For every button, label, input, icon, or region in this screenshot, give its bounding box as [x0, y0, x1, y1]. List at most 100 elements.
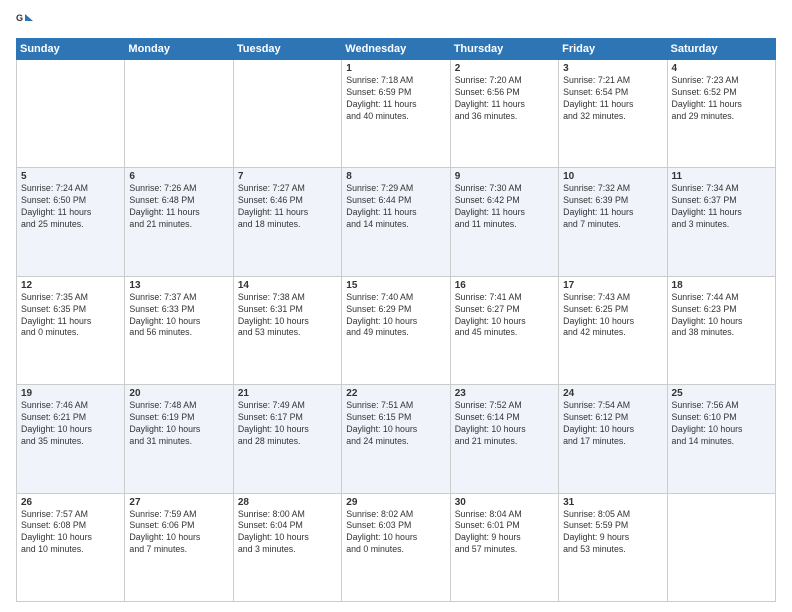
calendar-day-cell: 4Sunrise: 7:23 AM Sunset: 6:52 PM Daylig…	[667, 60, 775, 168]
day-number: 13	[129, 280, 228, 291]
day-info: Sunrise: 7:51 AM Sunset: 6:15 PM Dayligh…	[346, 400, 445, 448]
day-number: 2	[455, 63, 554, 74]
calendar-header-row: SundayMondayTuesdayWednesdayThursdayFrid…	[17, 39, 776, 60]
calendar-day-cell: 8Sunrise: 7:29 AM Sunset: 6:44 PM Daylig…	[342, 168, 450, 276]
calendar-day-cell: 10Sunrise: 7:32 AM Sunset: 6:39 PM Dayli…	[559, 168, 667, 276]
day-number: 7	[238, 171, 337, 182]
calendar-day-cell: 14Sunrise: 7:38 AM Sunset: 6:31 PM Dayli…	[233, 276, 341, 384]
day-info: Sunrise: 7:38 AM Sunset: 6:31 PM Dayligh…	[238, 292, 337, 340]
day-info: Sunrise: 7:34 AM Sunset: 6:37 PM Dayligh…	[672, 183, 771, 231]
day-number: 23	[455, 388, 554, 399]
day-info: Sunrise: 7:21 AM Sunset: 6:54 PM Dayligh…	[563, 75, 662, 123]
day-number: 10	[563, 171, 662, 182]
calendar-header-sunday: Sunday	[17, 39, 125, 60]
day-info: Sunrise: 7:44 AM Sunset: 6:23 PM Dayligh…	[672, 292, 771, 340]
calendar-day-cell: 26Sunrise: 7:57 AM Sunset: 6:08 PM Dayli…	[17, 493, 125, 601]
day-info: Sunrise: 7:30 AM Sunset: 6:42 PM Dayligh…	[455, 183, 554, 231]
calendar-week-row: 5Sunrise: 7:24 AM Sunset: 6:50 PM Daylig…	[17, 168, 776, 276]
calendar-day-cell: 17Sunrise: 7:43 AM Sunset: 6:25 PM Dayli…	[559, 276, 667, 384]
calendar-day-cell: 23Sunrise: 7:52 AM Sunset: 6:14 PM Dayli…	[450, 385, 558, 493]
calendar-day-cell: 30Sunrise: 8:04 AM Sunset: 6:01 PM Dayli…	[450, 493, 558, 601]
day-number: 1	[346, 63, 445, 74]
calendar-day-cell: 21Sunrise: 7:49 AM Sunset: 6:17 PM Dayli…	[233, 385, 341, 493]
calendar-day-cell	[17, 60, 125, 168]
day-info: Sunrise: 8:00 AM Sunset: 6:04 PM Dayligh…	[238, 509, 337, 557]
calendar-day-cell: 28Sunrise: 8:00 AM Sunset: 6:04 PM Dayli…	[233, 493, 341, 601]
day-number: 9	[455, 171, 554, 182]
day-info: Sunrise: 7:56 AM Sunset: 6:10 PM Dayligh…	[672, 400, 771, 448]
header: G	[16, 12, 776, 30]
calendar-day-cell: 31Sunrise: 8:05 AM Sunset: 5:59 PM Dayli…	[559, 493, 667, 601]
calendar-day-cell: 19Sunrise: 7:46 AM Sunset: 6:21 PM Dayli…	[17, 385, 125, 493]
calendar-day-cell: 22Sunrise: 7:51 AM Sunset: 6:15 PM Dayli…	[342, 385, 450, 493]
calendar-day-cell: 6Sunrise: 7:26 AM Sunset: 6:48 PM Daylig…	[125, 168, 233, 276]
calendar-day-cell: 11Sunrise: 7:34 AM Sunset: 6:37 PM Dayli…	[667, 168, 775, 276]
day-info: Sunrise: 7:52 AM Sunset: 6:14 PM Dayligh…	[455, 400, 554, 448]
calendar-week-row: 19Sunrise: 7:46 AM Sunset: 6:21 PM Dayli…	[17, 385, 776, 493]
day-number: 20	[129, 388, 228, 399]
day-number: 18	[672, 280, 771, 291]
day-info: Sunrise: 7:23 AM Sunset: 6:52 PM Dayligh…	[672, 75, 771, 123]
calendar-day-cell: 20Sunrise: 7:48 AM Sunset: 6:19 PM Dayli…	[125, 385, 233, 493]
day-number: 5	[21, 171, 120, 182]
day-info: Sunrise: 7:20 AM Sunset: 6:56 PM Dayligh…	[455, 75, 554, 123]
day-number: 4	[672, 63, 771, 74]
calendar-day-cell: 24Sunrise: 7:54 AM Sunset: 6:12 PM Dayli…	[559, 385, 667, 493]
svg-text:G: G	[16, 13, 23, 23]
day-info: Sunrise: 7:40 AM Sunset: 6:29 PM Dayligh…	[346, 292, 445, 340]
day-number: 28	[238, 497, 337, 508]
day-number: 3	[563, 63, 662, 74]
day-number: 27	[129, 497, 228, 508]
calendar-day-cell: 3Sunrise: 7:21 AM Sunset: 6:54 PM Daylig…	[559, 60, 667, 168]
logo: G	[16, 12, 36, 30]
calendar-day-cell	[667, 493, 775, 601]
day-info: Sunrise: 7:43 AM Sunset: 6:25 PM Dayligh…	[563, 292, 662, 340]
day-number: 21	[238, 388, 337, 399]
day-info: Sunrise: 8:02 AM Sunset: 6:03 PM Dayligh…	[346, 509, 445, 557]
day-number: 16	[455, 280, 554, 291]
calendar-header-monday: Monday	[125, 39, 233, 60]
day-info: Sunrise: 7:48 AM Sunset: 6:19 PM Dayligh…	[129, 400, 228, 448]
day-number: 17	[563, 280, 662, 291]
calendar-day-cell: 18Sunrise: 7:44 AM Sunset: 6:23 PM Dayli…	[667, 276, 775, 384]
calendar-header-tuesday: Tuesday	[233, 39, 341, 60]
day-info: Sunrise: 7:32 AM Sunset: 6:39 PM Dayligh…	[563, 183, 662, 231]
calendar-day-cell: 27Sunrise: 7:59 AM Sunset: 6:06 PM Dayli…	[125, 493, 233, 601]
day-info: Sunrise: 7:27 AM Sunset: 6:46 PM Dayligh…	[238, 183, 337, 231]
calendar-day-cell	[233, 60, 341, 168]
day-number: 31	[563, 497, 662, 508]
day-number: 15	[346, 280, 445, 291]
day-info: Sunrise: 7:37 AM Sunset: 6:33 PM Dayligh…	[129, 292, 228, 340]
day-info: Sunrise: 7:18 AM Sunset: 6:59 PM Dayligh…	[346, 75, 445, 123]
calendar-week-row: 12Sunrise: 7:35 AM Sunset: 6:35 PM Dayli…	[17, 276, 776, 384]
calendar-day-cell: 2Sunrise: 7:20 AM Sunset: 6:56 PM Daylig…	[450, 60, 558, 168]
day-info: Sunrise: 7:46 AM Sunset: 6:21 PM Dayligh…	[21, 400, 120, 448]
calendar-table: SundayMondayTuesdayWednesdayThursdayFrid…	[16, 38, 776, 602]
day-info: Sunrise: 7:29 AM Sunset: 6:44 PM Dayligh…	[346, 183, 445, 231]
day-number: 24	[563, 388, 662, 399]
day-info: Sunrise: 7:59 AM Sunset: 6:06 PM Dayligh…	[129, 509, 228, 557]
day-info: Sunrise: 7:26 AM Sunset: 6:48 PM Dayligh…	[129, 183, 228, 231]
calendar-week-row: 1Sunrise: 7:18 AM Sunset: 6:59 PM Daylig…	[17, 60, 776, 168]
day-info: Sunrise: 7:35 AM Sunset: 6:35 PM Dayligh…	[21, 292, 120, 340]
calendar-header-friday: Friday	[559, 39, 667, 60]
page: G SundayMondayTuesdayWednesdayThursdayFr…	[0, 0, 792, 612]
calendar-day-cell: 13Sunrise: 7:37 AM Sunset: 6:33 PM Dayli…	[125, 276, 233, 384]
calendar-week-row: 26Sunrise: 7:57 AM Sunset: 6:08 PM Dayli…	[17, 493, 776, 601]
day-info: Sunrise: 7:41 AM Sunset: 6:27 PM Dayligh…	[455, 292, 554, 340]
day-number: 8	[346, 171, 445, 182]
calendar-header-wednesday: Wednesday	[342, 39, 450, 60]
day-number: 11	[672, 171, 771, 182]
calendar-day-cell: 29Sunrise: 8:02 AM Sunset: 6:03 PM Dayli…	[342, 493, 450, 601]
day-info: Sunrise: 7:57 AM Sunset: 6:08 PM Dayligh…	[21, 509, 120, 557]
day-number: 26	[21, 497, 120, 508]
calendar-day-cell: 12Sunrise: 7:35 AM Sunset: 6:35 PM Dayli…	[17, 276, 125, 384]
calendar-day-cell: 1Sunrise: 7:18 AM Sunset: 6:59 PM Daylig…	[342, 60, 450, 168]
logo-icon: G	[16, 12, 34, 30]
day-info: Sunrise: 8:04 AM Sunset: 6:01 PM Dayligh…	[455, 509, 554, 557]
day-info: Sunrise: 7:24 AM Sunset: 6:50 PM Dayligh…	[21, 183, 120, 231]
calendar-header-saturday: Saturday	[667, 39, 775, 60]
day-number: 30	[455, 497, 554, 508]
calendar-day-cell: 9Sunrise: 7:30 AM Sunset: 6:42 PM Daylig…	[450, 168, 558, 276]
day-info: Sunrise: 7:54 AM Sunset: 6:12 PM Dayligh…	[563, 400, 662, 448]
